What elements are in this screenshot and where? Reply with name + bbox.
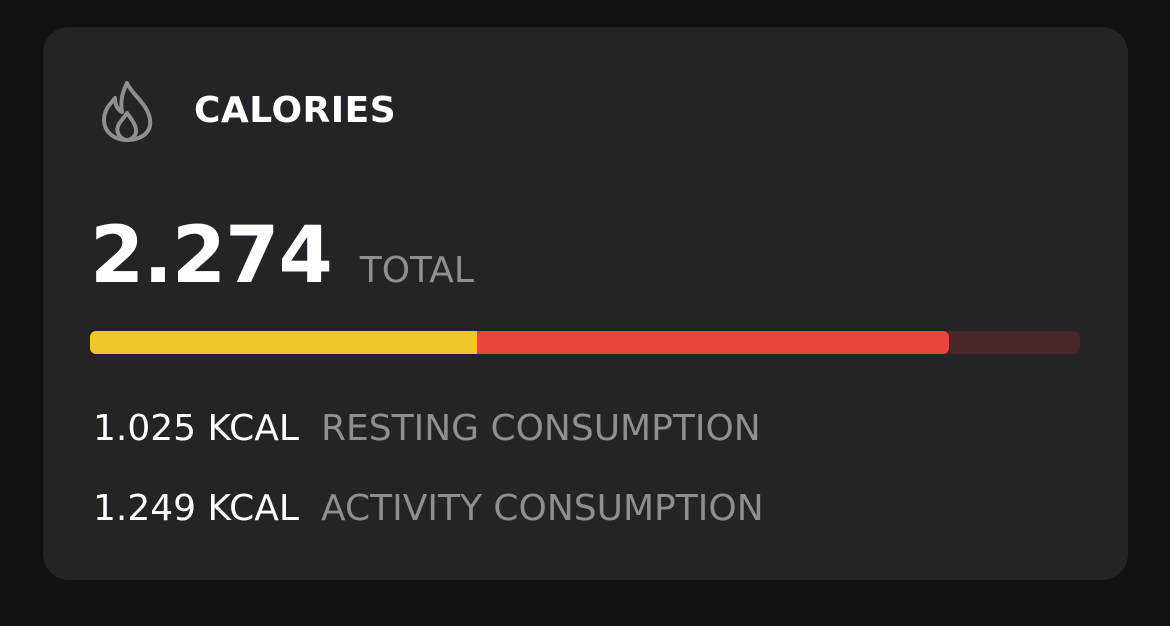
calories-card: CALORIES 2.274 TOTAL 1.025 KCAL RESTING … [43, 27, 1128, 580]
total-row: 2.274 TOTAL [90, 217, 474, 295]
activity-consumption-row: 1.249 KCAL ACTIVITY CONSUMPTION [93, 491, 764, 527]
resting-bar-segment [90, 331, 478, 354]
activity-consumption-label: ACTIVITY CONSUMPTION [320, 488, 764, 529]
flame-icon [102, 81, 153, 143]
resting-consumption-value: 1.025 KCAL [93, 408, 299, 449]
calories-progress-bar [90, 331, 1080, 354]
card-header: CALORIES [98, 79, 396, 143]
card-title: CALORIES [194, 90, 397, 131]
activity-bar-segment [477, 331, 950, 354]
total-calories-value: 2.274 [90, 211, 333, 301]
activity-consumption-value: 1.249 KCAL [93, 488, 299, 529]
resting-consumption-label: RESTING CONSUMPTION [320, 408, 761, 449]
resting-consumption-row: 1.025 KCAL RESTING CONSUMPTION [93, 411, 761, 447]
total-label: TOTAL [359, 250, 474, 291]
